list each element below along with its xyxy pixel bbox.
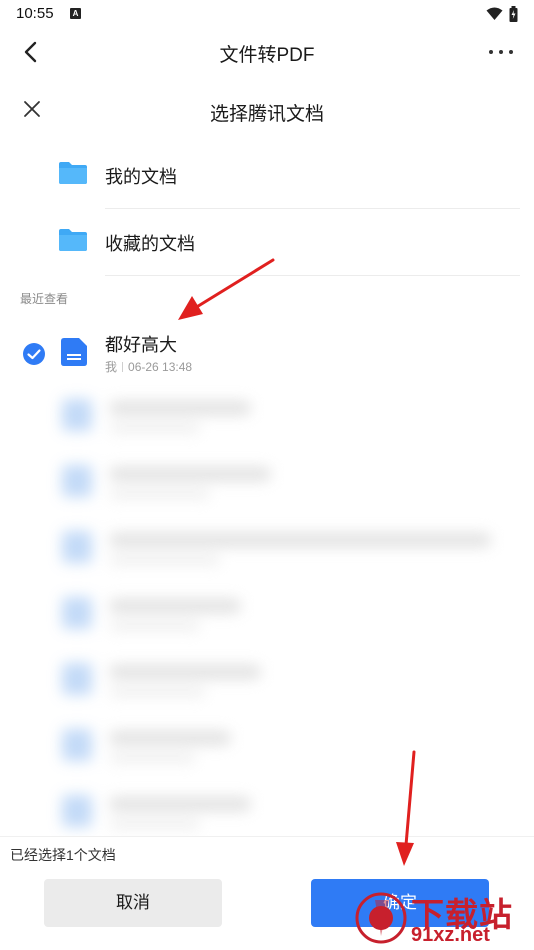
recent-doc-row[interactable]: 都好高大 我 06-26 13:48 (0, 322, 534, 384)
blurred-line (110, 753, 195, 763)
blurred-line (110, 819, 200, 829)
folder-row-my-docs[interactable]: 我的文档 (0, 142, 534, 208)
blurred-list-item (0, 385, 534, 445)
blurred-doc-icon (62, 597, 92, 629)
blurred-doc-icon (62, 531, 92, 563)
folder-row-favorites[interactable]: 收藏的文档 (0, 209, 534, 275)
watermark-logo-icon (355, 892, 407, 944)
blurred-doc-icon (62, 663, 92, 695)
blurred-line (110, 533, 490, 547)
blurred-list-item (0, 649, 534, 709)
document-icon (61, 338, 87, 366)
notification-a-icon: A (70, 8, 81, 19)
section-label-recent: 最近查看 (20, 292, 69, 306)
more-horizontal-icon[interactable] (486, 38, 516, 66)
folder-label: 我的文档 (105, 167, 177, 187)
blurred-line (110, 665, 260, 679)
selected-count-text: 已经选择1个文档 (10, 847, 116, 863)
blurred-line (110, 489, 210, 499)
divider (105, 275, 520, 276)
doc-meta: 我 06-26 13:48 (105, 358, 192, 375)
blurred-doc-icon (62, 465, 92, 497)
blurred-doc-icon (62, 399, 92, 431)
blurred-line (110, 423, 200, 433)
doc-name: 都好高大 (105, 335, 177, 355)
blurred-list-item (0, 517, 534, 577)
blurred-list-item (0, 583, 534, 643)
site-watermark: 下载站 91xz.net (355, 888, 530, 948)
blurred-doc-icon (62, 795, 92, 827)
dialog-title: 选择腾讯文档 (209, 104, 324, 125)
blurred-line (110, 467, 270, 481)
blurred-doc-icon (62, 729, 92, 761)
blurred-line (110, 401, 250, 415)
blurred-doc-list (0, 385, 534, 835)
meta-separator (122, 362, 124, 372)
blurred-line (110, 599, 240, 613)
app-title: 文件转PDF (219, 45, 315, 66)
wifi-icon (486, 7, 503, 20)
blurred-list-item (0, 715, 534, 775)
folder-icon (59, 162, 87, 184)
folder-label: 收藏的文档 (105, 234, 195, 254)
blurred-line (110, 555, 220, 565)
status-bar: 10:55 A (0, 0, 534, 28)
dialog-header: 选择腾讯文档 (0, 88, 534, 132)
blurred-line (110, 621, 200, 631)
checkmark-circle-icon[interactable] (22, 342, 46, 366)
doc-owner: 我 (105, 360, 118, 374)
status-icons (486, 6, 518, 22)
folder-icon (59, 229, 87, 251)
status-time: 10:55 (16, 5, 54, 22)
blurred-line (110, 731, 230, 745)
blurred-line (110, 687, 205, 697)
blurred-line (110, 797, 250, 811)
doc-time: 06-26 13:48 (128, 360, 193, 374)
app-header: 文件转PDF (0, 28, 534, 76)
blurred-list-item (0, 781, 534, 841)
battery-icon (509, 6, 518, 22)
watermark-url-text: 91xz.net (411, 924, 490, 946)
cancel-button[interactable]: 取消 (44, 879, 222, 927)
blurred-list-item (0, 451, 534, 511)
